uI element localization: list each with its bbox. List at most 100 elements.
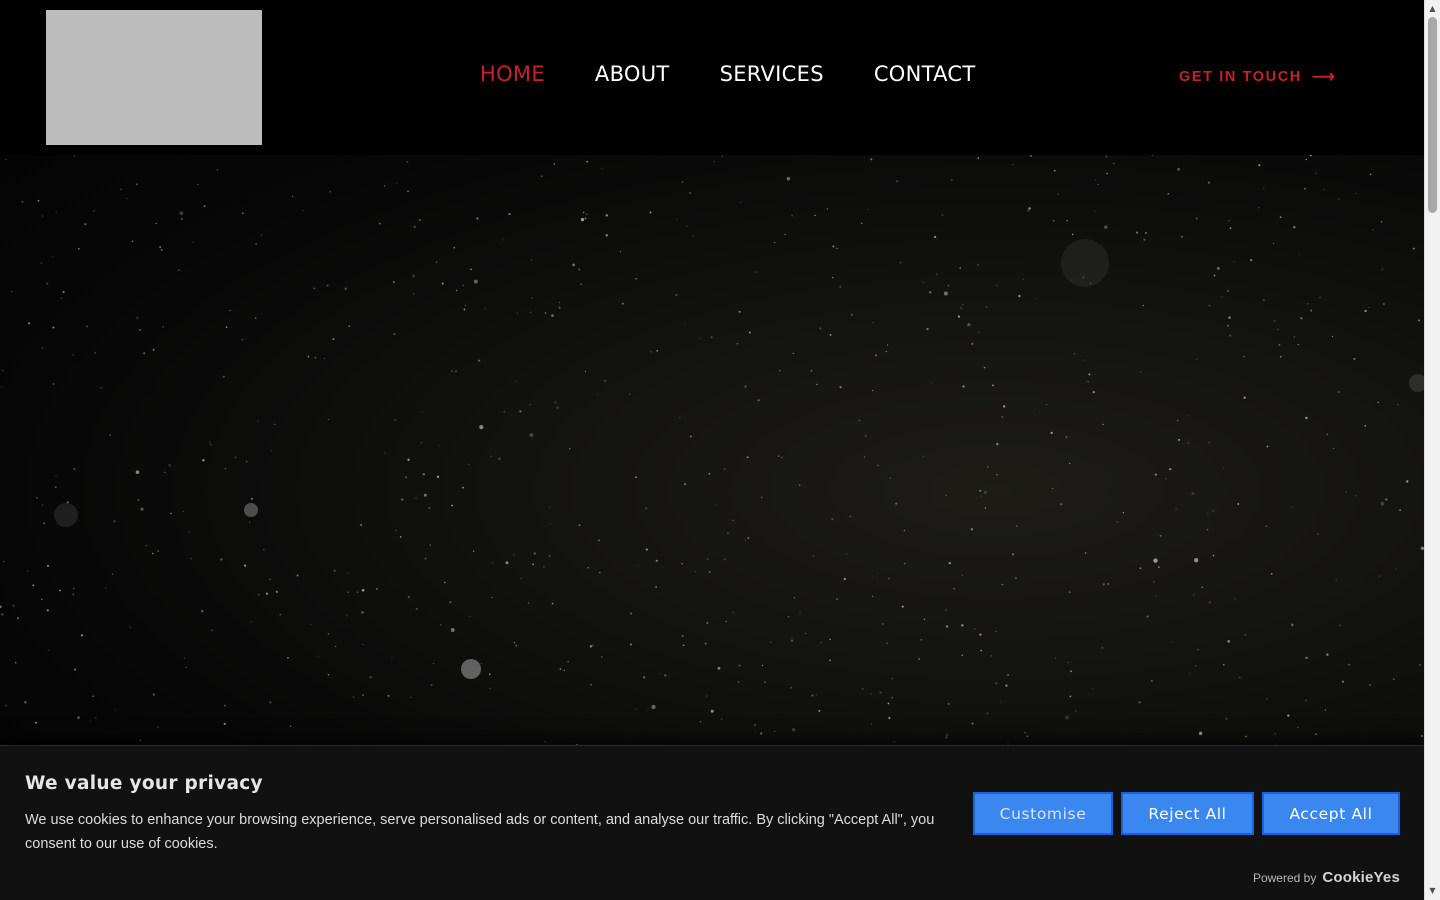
star-dot [819,327,822,330]
star-dot [513,641,516,644]
star-dot [229,309,231,312]
star-dot [721,155,723,157]
nav-contact[interactable]: CONTACT [874,62,976,86]
star-dot [258,593,260,596]
star-dot [1084,552,1087,554]
star-dot [156,726,159,729]
star-dot [1223,467,1225,469]
star-dot [1028,207,1031,210]
customise-button[interactable]: Customise [973,792,1113,835]
star-dot [889,477,891,479]
star-dot [1143,238,1146,241]
star-dot [152,348,155,351]
powered-by[interactable]: Powered by CookieYes [1253,869,1400,886]
star-dot [490,455,492,457]
star-dot [967,323,971,327]
star-dot [1065,436,1068,438]
star-dot [73,467,76,471]
star-dot [1065,715,1070,720]
star-dot [1233,260,1235,263]
star-dot [740,201,742,204]
star-dot [27,322,31,325]
star-dot [706,558,709,561]
star-dot [1265,525,1268,527]
star-dot [1307,303,1309,305]
star-dot [554,401,557,404]
star-dot [1380,501,1385,506]
reject-all-button[interactable]: Reject All [1121,792,1254,835]
star-dot [1151,155,1154,156]
star-dot [136,183,139,186]
vertical-scrollbar[interactable]: ▲ ▼ [1424,0,1440,900]
star-dot [455,289,458,292]
star-dot [362,643,364,646]
star-dot [326,284,329,287]
star-dot [885,350,887,353]
star-dot [1092,390,1095,394]
star-dot [112,573,113,575]
star-dot [877,464,879,467]
star-dot [791,214,793,217]
scrollbar-thumb[interactable] [1428,17,1437,213]
star-dot [649,211,652,214]
star-dot [1055,657,1057,659]
star-dot [418,219,421,221]
star-dot [432,662,435,665]
get-in-touch-label: GET IN TOUCH [1179,69,1302,85]
star-dot [926,327,929,331]
star-dot [55,211,58,213]
star-dot [584,370,587,372]
star-dot [387,695,390,697]
star-dot [1266,445,1269,448]
star-dot [180,217,183,220]
star-dot [1293,336,1295,338]
star-dot [1368,684,1371,687]
star-dot [1418,319,1420,322]
star-dot [292,195,294,197]
star-dot [348,325,351,328]
get-in-touch-button[interactable]: GET IN TOUCH ⟶ [1179,67,1335,87]
star-dot [126,198,128,200]
star-dot [832,245,835,248]
star-dot [210,629,213,632]
star-dot [1071,233,1074,236]
star-dot [947,285,950,287]
star-dot [642,676,646,679]
star-dot [62,290,65,293]
logo-placeholder[interactable] [46,10,262,145]
arrow-right-icon: ⟶ [1311,69,1335,86]
nav-services[interactable]: SERVICES [720,62,824,86]
star-dot [977,157,980,159]
triangle-up-icon[interactable]: ▲ [1425,2,1440,16]
star-dot [836,598,838,600]
star-dot [1113,163,1115,165]
star-dot [335,645,337,647]
nav-about[interactable]: ABOUT [595,62,670,86]
star-dot [1326,653,1329,656]
star-dot [1146,615,1149,618]
star-dot [209,443,212,446]
star-dot [645,548,648,551]
star-dot [1237,503,1240,505]
star-dot [52,383,55,385]
star-dot [411,609,413,611]
star-dot [394,418,396,421]
star-dot [429,544,431,546]
accept-all-button[interactable]: Accept All [1262,792,1400,835]
star-dot [553,163,556,165]
star-dot [888,577,890,580]
star-dot [781,456,783,459]
star-dot [1234,598,1236,600]
star-dot [1298,254,1300,256]
star-dot [675,293,678,297]
triangle-down-icon[interactable]: ▼ [1425,884,1440,898]
star-dot [407,190,409,193]
nav-home[interactable]: HOME [480,62,545,86]
star-dot [222,375,225,378]
star-dot [710,709,714,713]
star-dot [1094,179,1097,181]
star-dot [689,192,691,194]
main-nav: HOME ABOUT SERVICES CONTACT [480,62,976,86]
star-dot [1212,509,1215,512]
star-dot [438,445,440,447]
